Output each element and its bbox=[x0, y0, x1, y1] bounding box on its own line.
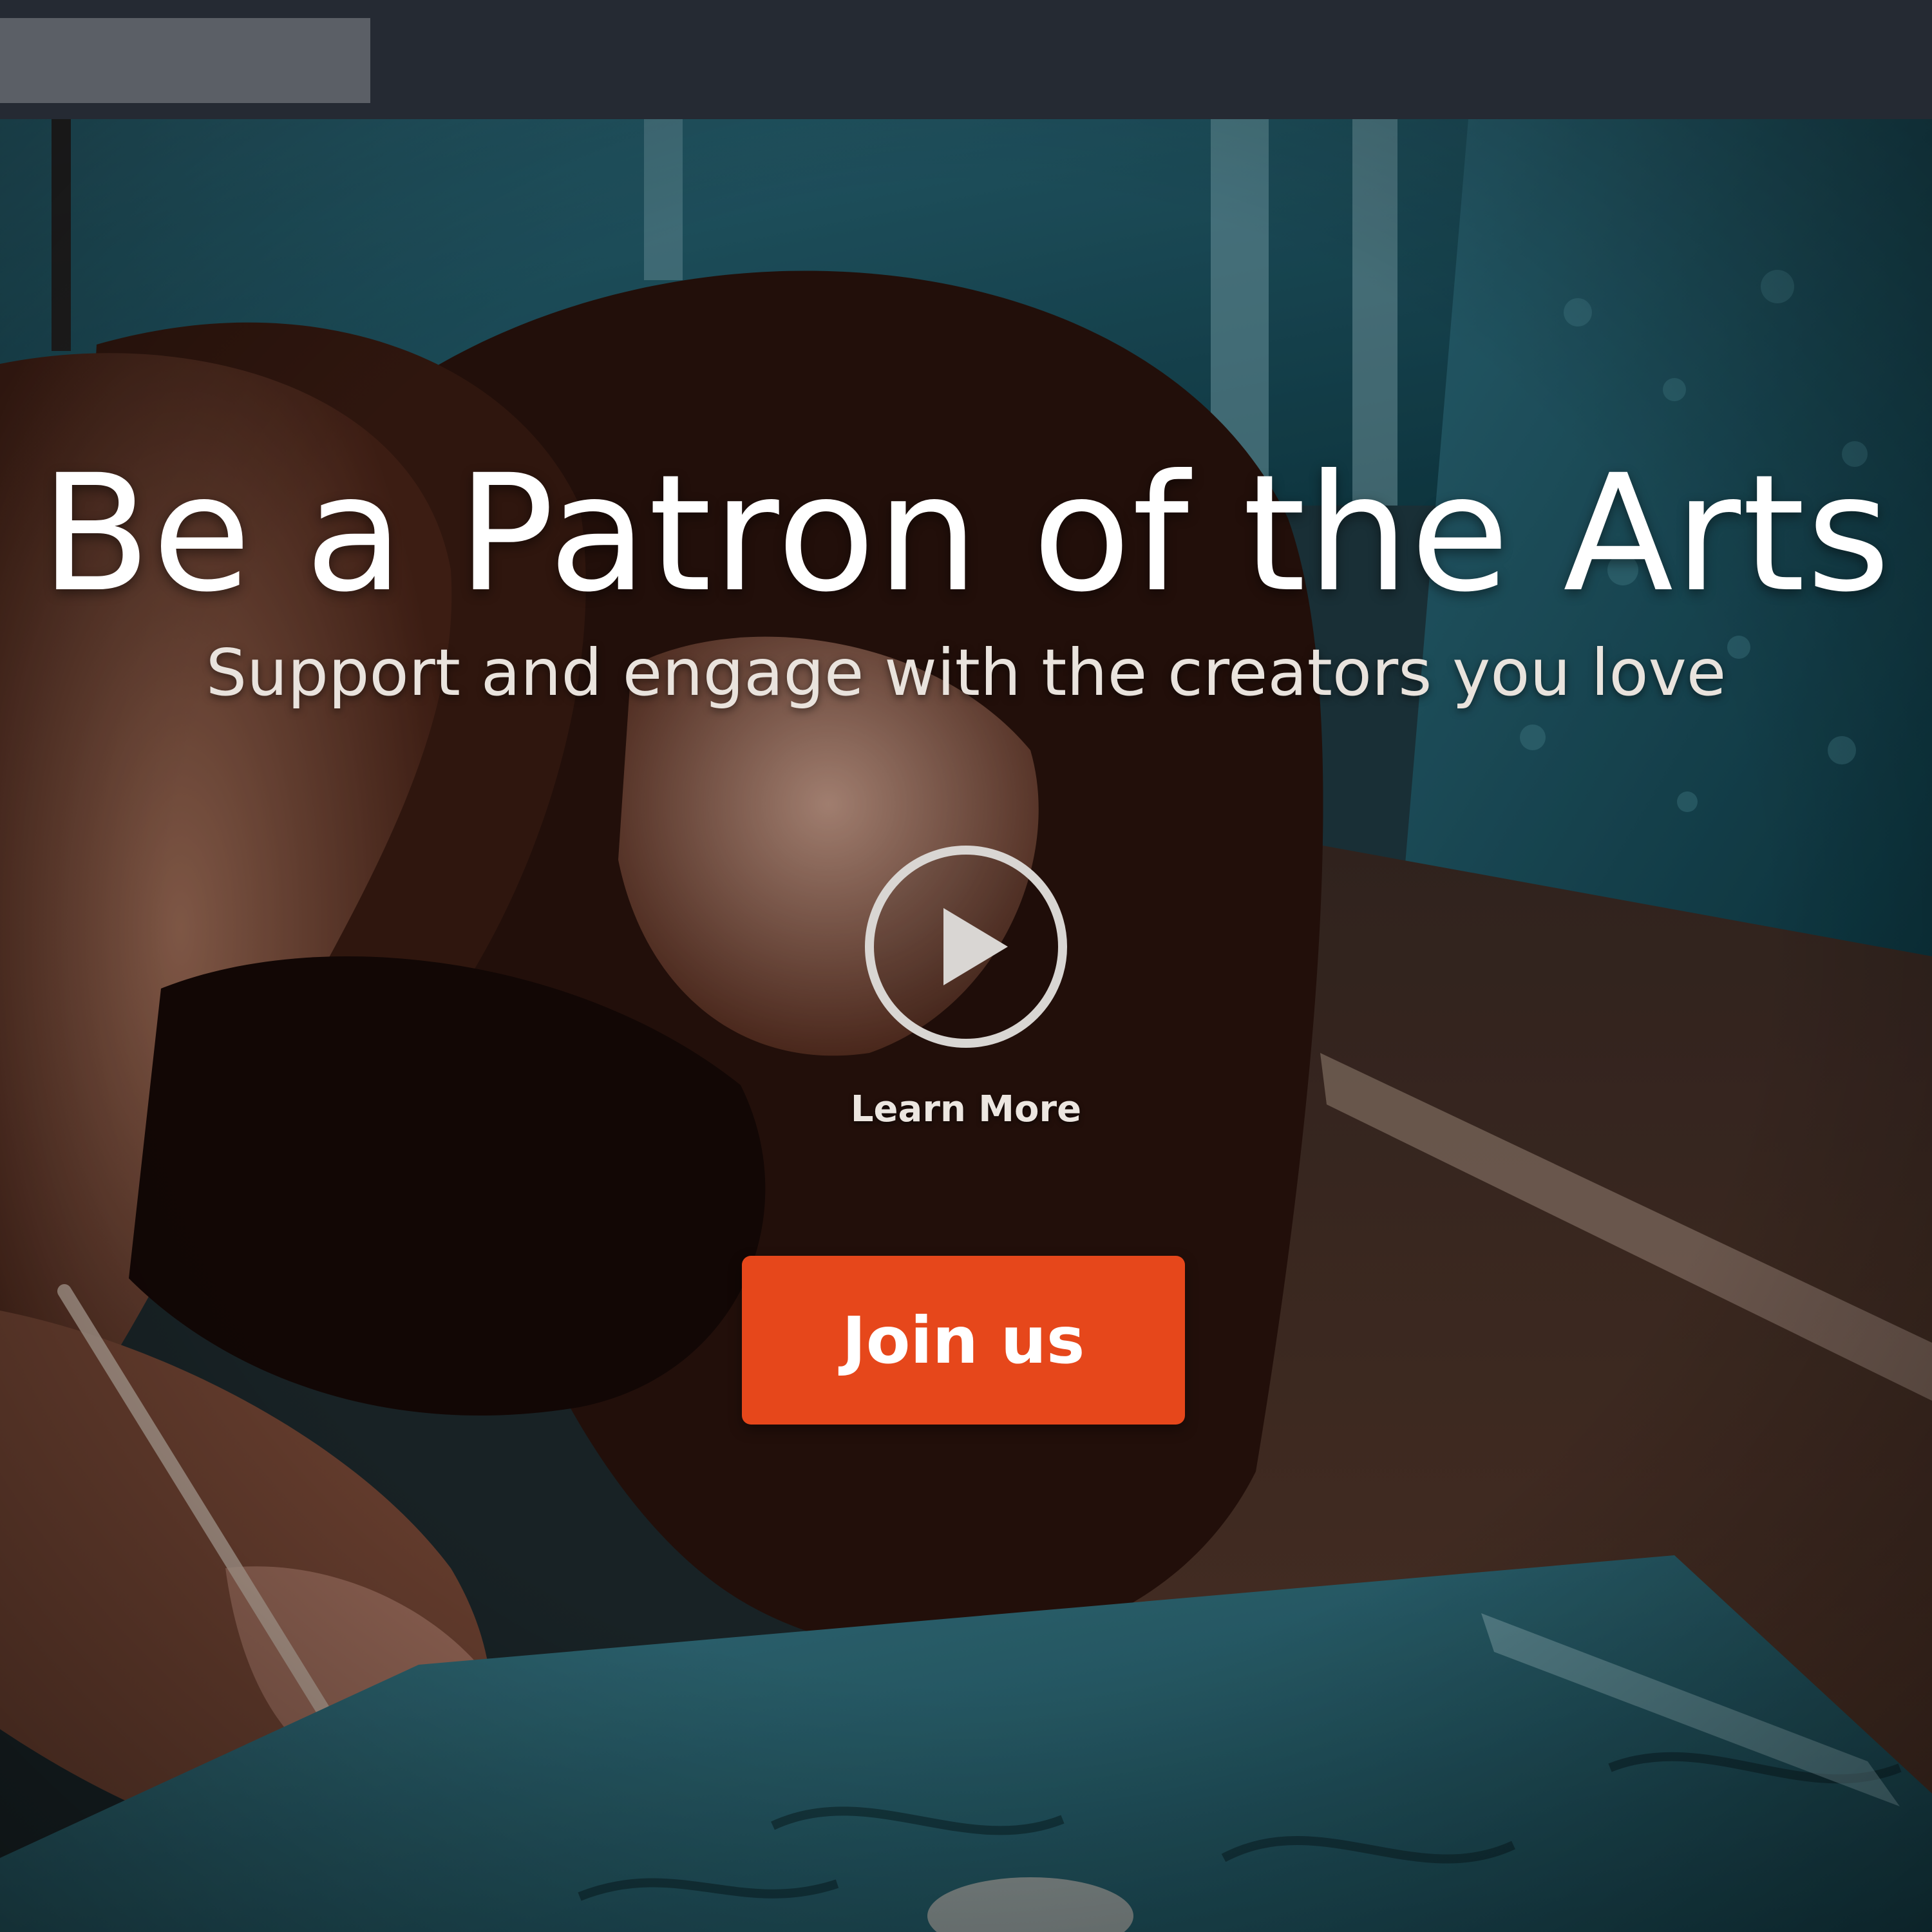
hero-section: Be a Patron of the Arts Support and enga… bbox=[0, 119, 1932, 1932]
logo-placeholder[interactable] bbox=[0, 18, 370, 103]
play-circle-icon[interactable] bbox=[860, 840, 1072, 1053]
join-us-button[interactable]: Join us bbox=[742, 1256, 1185, 1425]
top-bar bbox=[0, 0, 1932, 119]
hero-subtitle: Support and engage with the creators you… bbox=[205, 635, 1727, 710]
hero-title: Be a Patron of the Arts bbox=[40, 440, 1892, 627]
learn-more-link[interactable]: Learn More bbox=[773, 1088, 1159, 1130]
